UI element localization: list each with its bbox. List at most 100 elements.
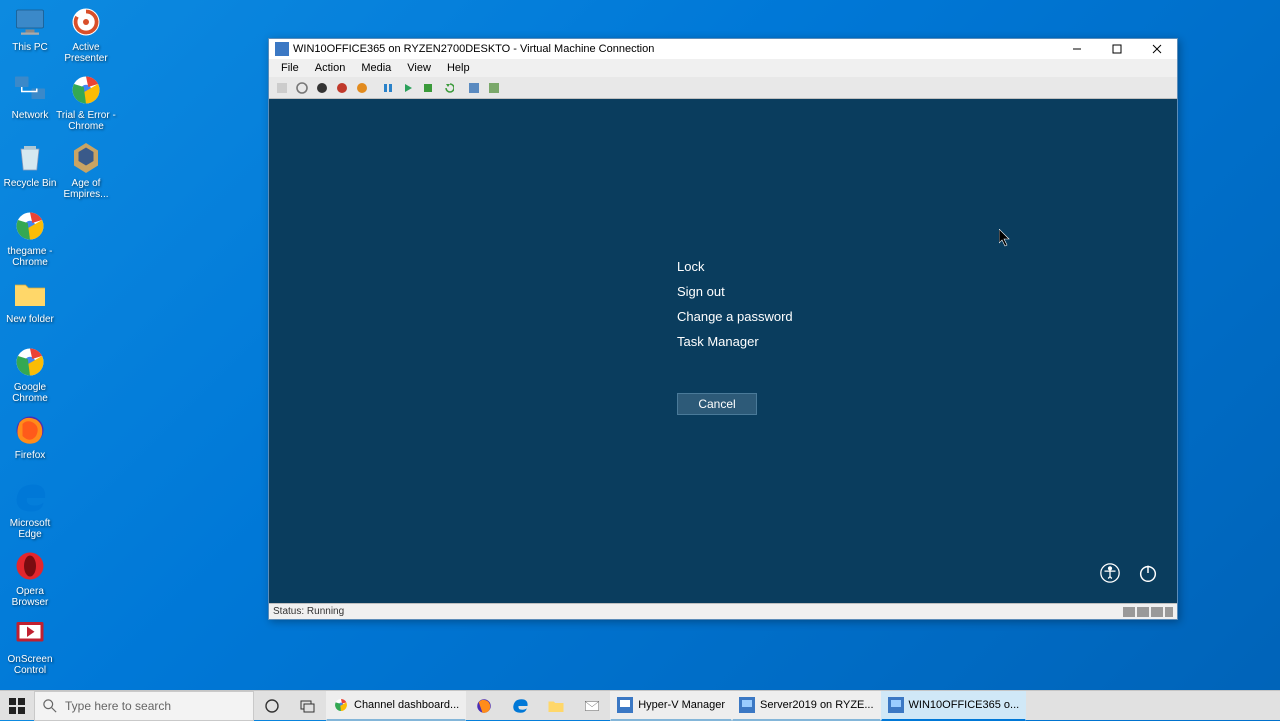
statusbar: Status: Running bbox=[269, 603, 1177, 619]
tool-checkpoint[interactable] bbox=[419, 79, 437, 97]
taskbar-app-win10office365[interactable]: WIN10OFFICE365 o... bbox=[881, 691, 1027, 721]
search-icon bbox=[43, 699, 57, 713]
opera-icon bbox=[12, 548, 48, 584]
vm-guest-display[interactable]: Lock Sign out Change a password Task Man… bbox=[269, 99, 1177, 603]
desktop-icon-onscreen-control[interactable]: OnScreen Control bbox=[0, 616, 60, 676]
taskbar-edge[interactable] bbox=[502, 691, 538, 721]
ease-of-access-icon[interactable] bbox=[1099, 562, 1121, 589]
icon-label: This PC bbox=[0, 42, 60, 53]
start-button[interactable] bbox=[0, 691, 34, 721]
active-presenter-icon bbox=[68, 4, 104, 40]
desktop-icon-edge[interactable]: Microsoft Edge bbox=[0, 480, 60, 540]
menubar: File Action Media View Help bbox=[269, 59, 1177, 77]
icon-label: Recycle Bin bbox=[0, 178, 60, 189]
chrome-icon bbox=[68, 72, 104, 108]
taskbar-app-label: Server2019 on RYZE... bbox=[760, 699, 874, 711]
tool-pause[interactable] bbox=[379, 79, 397, 97]
icon-label: Opera Browser bbox=[0, 586, 60, 608]
status-text: Status: Running bbox=[273, 606, 344, 617]
maximize-button[interactable] bbox=[1097, 39, 1137, 59]
vmc-icon bbox=[739, 697, 755, 713]
desktop-icon-new-folder[interactable]: New folder bbox=[0, 276, 60, 325]
icon-label: OnScreen Control bbox=[0, 654, 60, 676]
power-icon[interactable] bbox=[1137, 562, 1159, 589]
icon-label: Microsoft Edge bbox=[0, 518, 60, 540]
tool-share[interactable] bbox=[485, 79, 503, 97]
desktop-icon-age-of-empires[interactable]: Age of Empires... bbox=[56, 140, 116, 200]
taskbar: Type here to search Channel dashboard...… bbox=[0, 690, 1280, 720]
tool-shut-down[interactable] bbox=[333, 79, 351, 97]
taskbar-firefox[interactable] bbox=[466, 691, 502, 721]
tool-revert[interactable] bbox=[439, 79, 457, 97]
desktop-icon-thegame[interactable]: thegame - Chrome bbox=[0, 208, 60, 268]
cortana-button[interactable] bbox=[254, 691, 290, 721]
taskbar-app-label: Channel dashboard... bbox=[354, 699, 459, 711]
close-button[interactable] bbox=[1137, 39, 1177, 59]
status-lock-icon bbox=[1151, 607, 1163, 617]
desktop-icon-trial-error[interactable]: Trial & Error - Chrome bbox=[56, 72, 116, 132]
titlebar[interactable]: WIN10OFFICE365 on RYZEN2700DESKTO - Virt… bbox=[269, 39, 1177, 59]
desktop-icon-firefox[interactable]: Firefox bbox=[0, 412, 60, 461]
search-placeholder: Type here to search bbox=[65, 699, 171, 713]
tool-start[interactable] bbox=[293, 79, 311, 97]
minimize-button[interactable] bbox=[1057, 39, 1097, 59]
tool-turn-off[interactable] bbox=[313, 79, 331, 97]
search-box[interactable]: Type here to search bbox=[34, 691, 254, 721]
taskbar-app-hyperv[interactable]: Hyper-V Manager bbox=[610, 691, 732, 721]
status-security-icon bbox=[1137, 607, 1149, 617]
icon-label: Google Chrome bbox=[0, 382, 60, 404]
desktop-icon-active-presenter[interactable]: Active Presenter bbox=[56, 4, 116, 64]
taskbar-app-label: WIN10OFFICE365 o... bbox=[909, 699, 1020, 711]
taskbar-file-explorer[interactable] bbox=[538, 691, 574, 721]
menu-view[interactable]: View bbox=[399, 62, 439, 74]
chrome-icon bbox=[12, 208, 48, 244]
icon-label: Age of Empires... bbox=[56, 178, 116, 200]
recycle-bin-icon bbox=[12, 140, 48, 176]
tool-reset[interactable] bbox=[399, 79, 417, 97]
icon-label: Trial & Error - Chrome bbox=[56, 110, 116, 132]
menu-media[interactable]: Media bbox=[353, 62, 399, 74]
desktop-icon-opera[interactable]: Opera Browser bbox=[0, 548, 60, 608]
resize-grip-icon[interactable] bbox=[1165, 607, 1173, 617]
window-title: WIN10OFFICE365 on RYZEN2700DESKTO - Virt… bbox=[293, 43, 1057, 55]
option-task-manager[interactable]: Task Manager bbox=[677, 334, 793, 349]
menu-file[interactable]: File bbox=[273, 62, 307, 74]
hyperv-icon bbox=[617, 697, 633, 713]
tool-ctrl-alt-del[interactable] bbox=[273, 79, 291, 97]
desktop-icon-recycle-bin[interactable]: Recycle Bin bbox=[0, 140, 60, 189]
option-change-password[interactable]: Change a password bbox=[677, 309, 793, 324]
tool-enhanced-session[interactable] bbox=[465, 79, 483, 97]
status-display-icon bbox=[1123, 607, 1135, 617]
taskbar-mail[interactable] bbox=[574, 691, 610, 721]
tool-save[interactable] bbox=[353, 79, 371, 97]
vmc-app-icon bbox=[275, 42, 289, 56]
cursor-icon bbox=[999, 229, 1011, 247]
network-icon bbox=[12, 72, 48, 108]
icon-label: Firefox bbox=[0, 450, 60, 461]
vm-connection-window: WIN10OFFICE365 on RYZEN2700DESKTO - Virt… bbox=[268, 38, 1178, 620]
option-lock[interactable]: Lock bbox=[677, 259, 793, 274]
option-sign-out[interactable]: Sign out bbox=[677, 284, 793, 299]
this-pc-icon bbox=[12, 4, 48, 40]
taskbar-app-label: Hyper-V Manager bbox=[638, 699, 725, 711]
cancel-button[interactable]: Cancel bbox=[677, 393, 757, 415]
taskbar-app-server2019[interactable]: Server2019 on RYZE... bbox=[732, 691, 881, 721]
menu-help[interactable]: Help bbox=[439, 62, 478, 74]
menu-action[interactable]: Action bbox=[307, 62, 354, 74]
chrome-icon bbox=[333, 697, 349, 713]
task-view-button[interactable] bbox=[290, 691, 326, 721]
edge-icon bbox=[12, 480, 48, 516]
desktop-icon-this-pc[interactable]: This PC bbox=[0, 4, 60, 53]
window-controls bbox=[1057, 39, 1177, 59]
chrome-icon bbox=[12, 344, 48, 380]
desktop-icon-network[interactable]: Network bbox=[0, 72, 60, 121]
age-of-empires-icon bbox=[68, 140, 104, 176]
windows-security-menu: Lock Sign out Change a password Task Man… bbox=[677, 259, 793, 415]
icon-label: New folder bbox=[0, 314, 60, 325]
desktop-icon-google-chrome[interactable]: Google Chrome bbox=[0, 344, 60, 404]
taskbar-app-chrome[interactable]: Channel dashboard... bbox=[326, 691, 466, 721]
icon-label: thegame - Chrome bbox=[0, 246, 60, 268]
onscreen-control-icon bbox=[12, 616, 48, 652]
guest-corner-icons bbox=[1099, 562, 1159, 589]
icon-label: Active Presenter bbox=[56, 42, 116, 64]
